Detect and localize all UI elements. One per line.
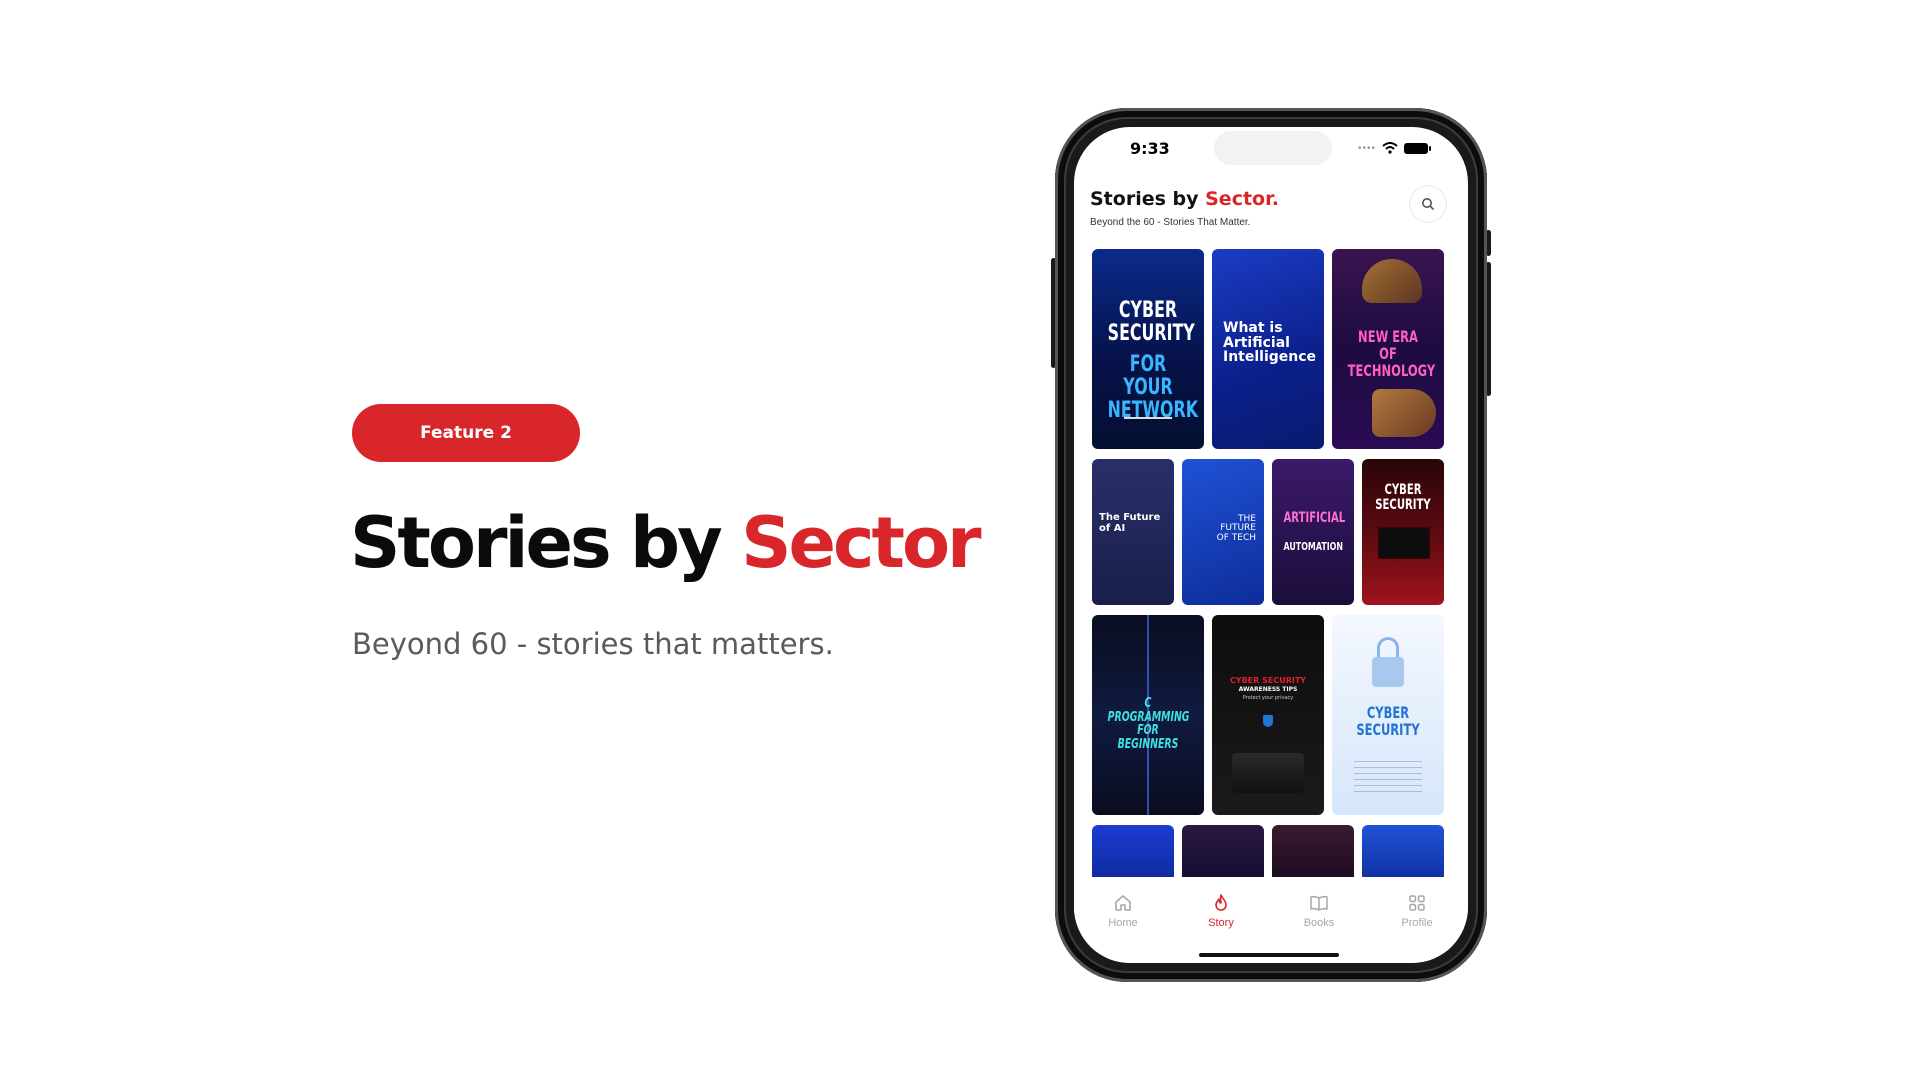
nav-item-profile[interactable]: Profile (1382, 893, 1452, 929)
story-title: THE FUTURE OF TECH (1216, 514, 1256, 543)
nav-label: Profile (1401, 917, 1433, 929)
nav-label: Home (1108, 917, 1138, 929)
story-title-secondary: AUTOMATION (1283, 540, 1344, 553)
story-card[interactable]: What is Artificial Intelligence (1212, 249, 1324, 449)
story-title: CYBER SECURITY (1107, 298, 1195, 347)
robot-hand-graphic (1372, 389, 1436, 437)
nav-label: Story (1208, 917, 1234, 929)
story-card[interactable]: CYBER SECURITY (1332, 615, 1444, 815)
story-body-lines (1354, 761, 1422, 795)
shield-icon (1263, 715, 1273, 727)
story-title-secondary: AWARENESS TIPS (1238, 686, 1298, 693)
story-card[interactable] (1092, 825, 1174, 885)
nav-item-home[interactable]: Home (1088, 893, 1158, 929)
laptop-graphic (1378, 527, 1430, 559)
story-title: The Future of AI (1099, 512, 1161, 534)
nav-item-story[interactable]: Story (1186, 893, 1256, 929)
story-card[interactable]: ARTIFICIAL AUTOMATION (1272, 459, 1354, 605)
story-card[interactable] (1272, 825, 1354, 885)
story-card[interactable]: CYBER SECURITY FOR YOUR NETWORK (1092, 249, 1204, 449)
story-card[interactable]: CYBER SECURITY (1362, 459, 1444, 605)
story-underline (1124, 417, 1172, 419)
story-grid: CYBER SECURITY FOR YOUR NETWORK What is … (1074, 127, 1468, 885)
story-card[interactable]: C PROGRAMMING FOR BEGINNERS (1092, 615, 1204, 815)
robot-hand-graphic (1362, 259, 1422, 303)
story-title: CYBER SECURITY (1375, 482, 1431, 513)
home-indicator (1199, 953, 1339, 957)
story-card[interactable]: THE FUTURE OF TECH (1182, 459, 1264, 605)
grid-icon (1409, 895, 1425, 911)
story-title-secondary: FOR YOUR NETWORK (1107, 352, 1198, 424)
feature-badge[interactable]: Feature 2 (352, 404, 580, 462)
story-title: What is Artificial Intelligence (1223, 320, 1317, 366)
nav-item-books[interactable]: Books (1284, 893, 1354, 929)
story-title: NEW ERA OF TECHNOLOGY (1347, 327, 1436, 380)
tagline: Beyond 60 - stories that matters. (352, 627, 834, 661)
bottom-nav: Home Story Books Profile (1074, 877, 1468, 963)
story-title: CYBER SECURITY (1356, 703, 1420, 739)
story-title: ARTIFICIAL (1283, 510, 1346, 526)
keyboard-graphic (1232, 753, 1304, 793)
headline-part1: Stories by (350, 502, 723, 584)
headline: Stories by Sector (350, 508, 982, 578)
phone-screen: 9:33 •••• Stories by Sector. Beyond the … (1074, 127, 1468, 963)
nav-label: Books (1303, 917, 1335, 929)
story-card[interactable] (1182, 825, 1264, 885)
story-card[interactable]: The Future of AI (1092, 459, 1174, 605)
flame-icon (1215, 894, 1227, 911)
story-tagline: Protect your privacy (1242, 695, 1294, 701)
story-card[interactable]: CYBER SECURITY AWARENESS TIPS Protect yo… (1212, 615, 1324, 815)
story-title: C PROGRAMMING FOR BEGINNERS (1107, 696, 1190, 752)
headline-accent: Sector (741, 502, 981, 584)
story-card[interactable]: NEW ERA OF TECHNOLOGY (1332, 249, 1444, 449)
story-card[interactable] (1362, 825, 1444, 885)
book-icon (1310, 895, 1328, 911)
padlock-icon (1372, 637, 1404, 691)
story-title: CYBER SECURITY (1229, 676, 1307, 685)
home-icon (1115, 895, 1131, 911)
